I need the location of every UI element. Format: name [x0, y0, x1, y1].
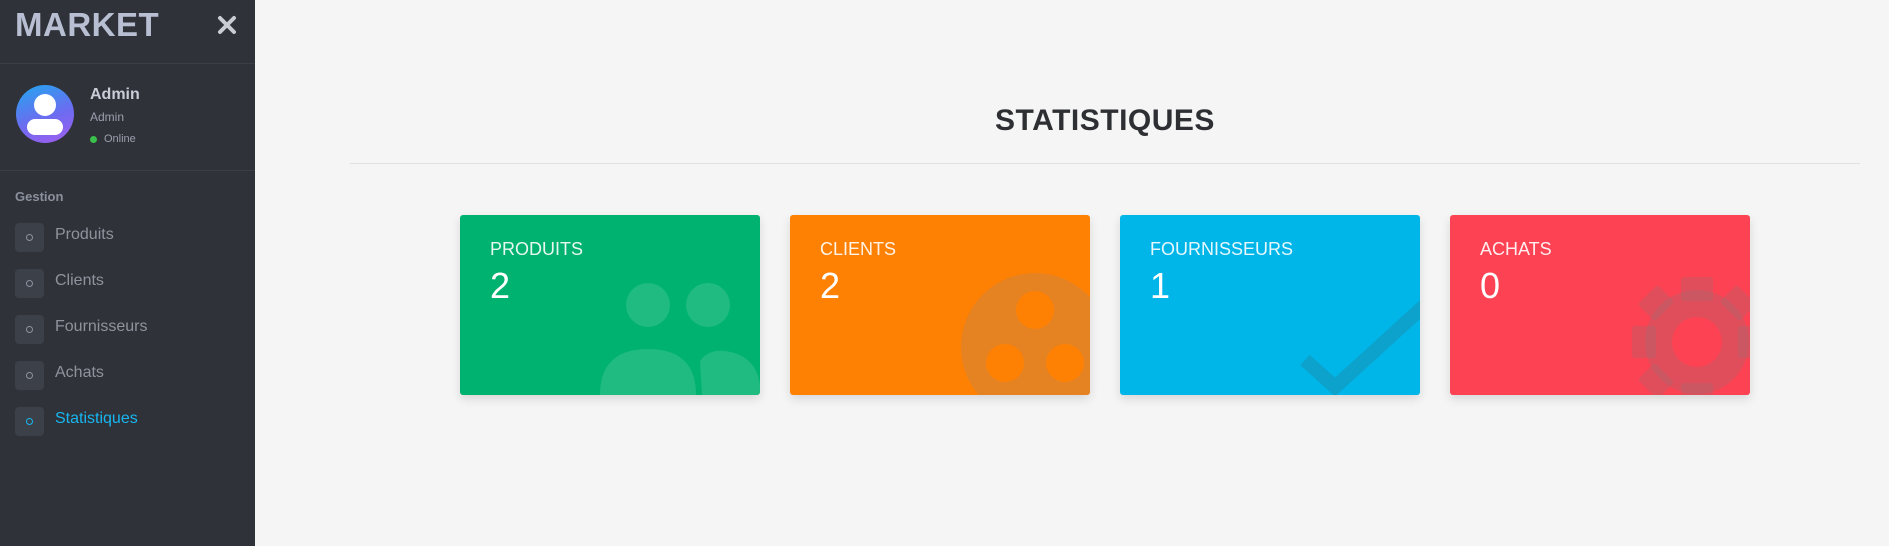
sidebar-item-statistiques[interactable]: Statistiques	[0, 397, 255, 443]
profile-status: Online	[90, 133, 136, 145]
menu-circle-icon	[15, 269, 44, 298]
menu-circle-icon	[15, 223, 44, 252]
stat-card-value: 2	[490, 265, 511, 306]
profile-name: Admin	[90, 86, 140, 103]
sidebar-item-label: Statistiques	[55, 410, 138, 427]
sidebar-item-achats[interactable]: Achats	[0, 351, 255, 397]
stat-card-label: ACHATS	[1480, 239, 1552, 259]
gear-icon	[1632, 277, 1750, 395]
stat-card-fournisseurs[interactable]: FOURNISSEURS 1	[1120, 215, 1420, 395]
sidebar-item-clients[interactable]: Clients	[0, 259, 255, 305]
nav-section-title: Gestion	[15, 189, 64, 204]
menu-circle-icon	[15, 361, 44, 390]
menu-circle-icon	[15, 407, 44, 436]
sidebar-item-label: Clients	[55, 272, 104, 289]
stat-card-clients[interactable]: CLIENTS 2	[790, 215, 1090, 395]
sidebar-item-label: Fournisseurs	[55, 318, 148, 335]
profile-role: Admin	[90, 110, 125, 124]
user-profile: Admin Admin Online	[0, 64, 255, 171]
stat-card-value: 2	[820, 265, 841, 306]
online-status-dot-icon	[90, 135, 97, 143]
main-content: STATISTIQUES PRODUITS 2 CLIENTS 2 FOURNI…	[255, 0, 1889, 546]
stat-card-label: CLIENTS	[820, 239, 897, 259]
sidebar-item-label: Produits	[55, 226, 114, 243]
sidebar-item-produits[interactable]: Produits	[0, 213, 255, 259]
sidebar: MARKET Admin Admin Online Gestion Produi…	[0, 0, 255, 546]
sidebar-nav: Produits Clients Fournisseurs Achats Sta…	[0, 213, 255, 443]
title-divider	[350, 163, 1860, 164]
users-icon	[600, 283, 760, 395]
brand-logo: MARKET	[15, 6, 160, 43]
group-circle-icon	[961, 273, 1090, 395]
avatar	[16, 85, 74, 143]
profile-status-label: Online	[104, 133, 136, 145]
sidebar-header: MARKET	[0, 0, 255, 64]
close-icon[interactable]	[216, 12, 238, 36]
menu-circle-icon	[15, 315, 44, 344]
check-icon	[1300, 300, 1420, 395]
stat-card-label: PRODUITS	[490, 239, 584, 259]
stat-card-label: FOURNISSEURS	[1150, 239, 1294, 259]
stat-card-achats[interactable]: ACHATS 0	[1450, 215, 1750, 395]
stat-card-value: 0	[1480, 265, 1501, 306]
page-title: STATISTIQUES	[995, 104, 1215, 137]
stat-card-value: 1	[1150, 265, 1171, 306]
stat-card-produits[interactable]: PRODUITS 2	[460, 215, 760, 395]
sidebar-item-fournisseurs[interactable]: Fournisseurs	[0, 305, 255, 351]
sidebar-item-label: Achats	[55, 364, 104, 381]
